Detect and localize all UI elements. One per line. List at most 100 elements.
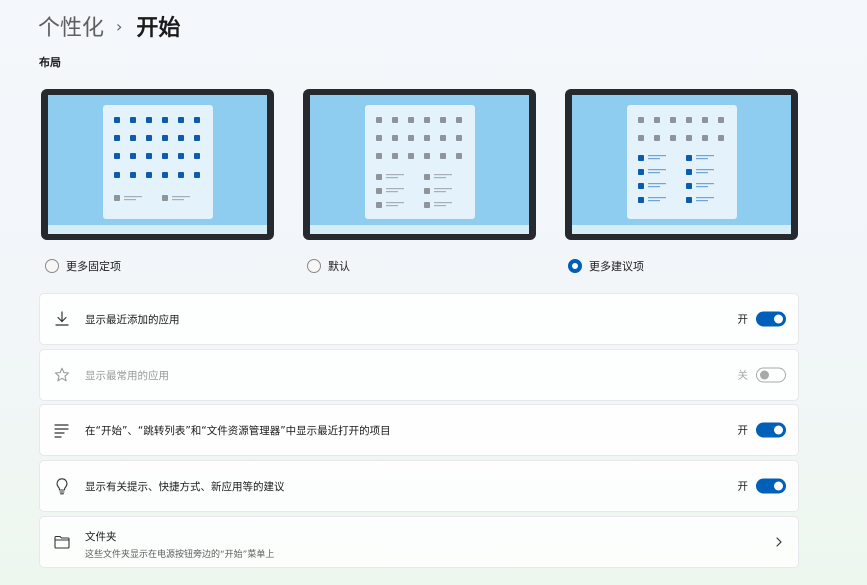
text-line — [386, 177, 398, 179]
lightbulb-icon — [56, 478, 68, 495]
app-tile-icon — [178, 117, 184, 123]
app-tile-icon — [162, 153, 168, 159]
app-tile-icon — [194, 153, 200, 159]
app-tile-icon — [376, 188, 382, 194]
text-line — [434, 205, 446, 207]
app-tile-icon — [686, 183, 692, 189]
toggle-group[interactable]: 开 — [737, 478, 786, 494]
radio-button[interactable] — [307, 259, 321, 273]
list-icon — [54, 424, 69, 438]
toggle-state-text: 开 — [737, 480, 749, 493]
taskbar-preview — [572, 225, 791, 234]
app-tile-icon — [194, 117, 200, 123]
text-line — [172, 199, 184, 201]
app-tile-icon — [686, 155, 692, 161]
app-tile-icon — [670, 135, 676, 141]
app-tile-icon — [376, 135, 382, 141]
preview-screen — [572, 95, 791, 234]
app-tile-icon — [424, 153, 430, 159]
app-tile-icon — [408, 117, 414, 123]
setting-description: 这些文件夹显示在电源按钮旁边的“开始”菜单上 — [85, 550, 275, 560]
app-tile-icon — [424, 117, 430, 123]
app-tile-icon — [638, 117, 644, 123]
setting-row-recent-items[interactable]: 在“开始”、“跳转列表”和“文件资源管理器”中显示最近打开的项目 开 — [39, 404, 799, 456]
toggle-group[interactable]: 开 — [738, 422, 786, 438]
app-tile-icon — [686, 169, 692, 175]
text-line — [696, 197, 714, 199]
text-line — [386, 191, 398, 193]
app-tile-icon — [162, 135, 168, 141]
most-used-toggle — [756, 367, 786, 383]
layout-radio-more-pins[interactable]: 更多固定项 — [45, 258, 121, 274]
app-tile-icon — [114, 135, 120, 141]
app-tile-icon — [424, 135, 430, 141]
setting-row-folders[interactable]: 文件夹 这些文件夹显示在电源按钮旁边的“开始”菜单上 — [39, 516, 799, 568]
app-tile-icon — [424, 174, 430, 180]
app-tile-icon — [686, 135, 692, 141]
text-line — [696, 169, 714, 171]
app-tile-icon — [456, 135, 462, 141]
text-line — [648, 186, 660, 188]
breadcrumb-parent-link[interactable]: 个性化 — [38, 10, 104, 42]
app-tile-icon — [686, 197, 692, 203]
app-tile-icon — [146, 172, 152, 178]
app-tile-icon — [114, 172, 120, 178]
app-tile-icon — [654, 135, 660, 141]
setting-label: 显示最常用的应用 — [85, 369, 169, 382]
app-tile-icon — [638, 169, 644, 175]
tips-toggle[interactable] — [756, 478, 786, 494]
app-tile-icon — [424, 202, 430, 208]
app-tile-icon — [392, 117, 398, 123]
text-line — [648, 197, 666, 199]
chevron-right-icon[interactable] — [774, 536, 784, 548]
app-tile-icon — [456, 153, 462, 159]
text-line — [648, 183, 666, 185]
setting-label: 显示最近添加的应用 — [85, 313, 180, 326]
toggle-state-text: 关 — [737, 369, 749, 382]
layout-more-pins-preview[interactable] — [41, 89, 274, 240]
recent-apps-toggle[interactable] — [756, 311, 786, 327]
setting-row-recent-apps[interactable]: 显示最近添加的应用 开 — [39, 293, 799, 345]
text-line — [434, 177, 446, 179]
folder-icon — [54, 535, 70, 549]
app-tile-icon — [114, 195, 120, 201]
app-tile-icon — [440, 153, 446, 159]
text-line — [386, 205, 398, 207]
app-tile-icon — [130, 135, 136, 141]
recent-items-toggle[interactable] — [756, 422, 786, 438]
layout-radio-more-recommendations[interactable]: 更多建议项 — [568, 258, 644, 274]
text-line — [434, 174, 452, 176]
app-tile-icon — [408, 153, 414, 159]
setting-label: 显示有关提示、快捷方式、新应用等的建议 — [85, 480, 285, 493]
toggle-group: 关 — [737, 367, 786, 383]
taskbar-preview — [48, 225, 267, 234]
app-tile-icon — [194, 172, 200, 178]
start-menu-preview — [365, 105, 475, 219]
app-tile-icon — [178, 135, 184, 141]
app-tile-icon — [178, 172, 184, 178]
radio-label: 更多固定项 — [66, 260, 121, 273]
app-tile-icon — [114, 153, 120, 159]
text-line — [648, 169, 666, 171]
layout-radio-default[interactable]: 默认 — [307, 258, 350, 274]
app-tile-icon — [408, 135, 414, 141]
app-tile-icon — [392, 135, 398, 141]
radio-button[interactable] — [45, 259, 59, 273]
layout-more-recommendations-preview[interactable] — [565, 89, 798, 240]
text-line — [434, 188, 452, 190]
breadcrumb-separator: › — [116, 16, 123, 36]
app-tile-icon — [376, 117, 382, 123]
text-line — [696, 183, 714, 185]
text-line — [696, 200, 708, 202]
text-line — [386, 202, 404, 204]
app-tile-icon — [146, 135, 152, 141]
layout-default-preview[interactable] — [303, 89, 536, 240]
text-line — [172, 196, 190, 198]
setting-row-tips[interactable]: 显示有关提示、快捷方式、新应用等的建议 开 — [39, 460, 799, 512]
text-line — [386, 174, 404, 176]
toggle-group[interactable]: 开 — [738, 311, 786, 327]
app-tile-icon — [162, 117, 168, 123]
text-line — [434, 191, 446, 193]
radio-button-selected[interactable] — [568, 259, 582, 273]
app-tile-icon — [718, 117, 724, 123]
